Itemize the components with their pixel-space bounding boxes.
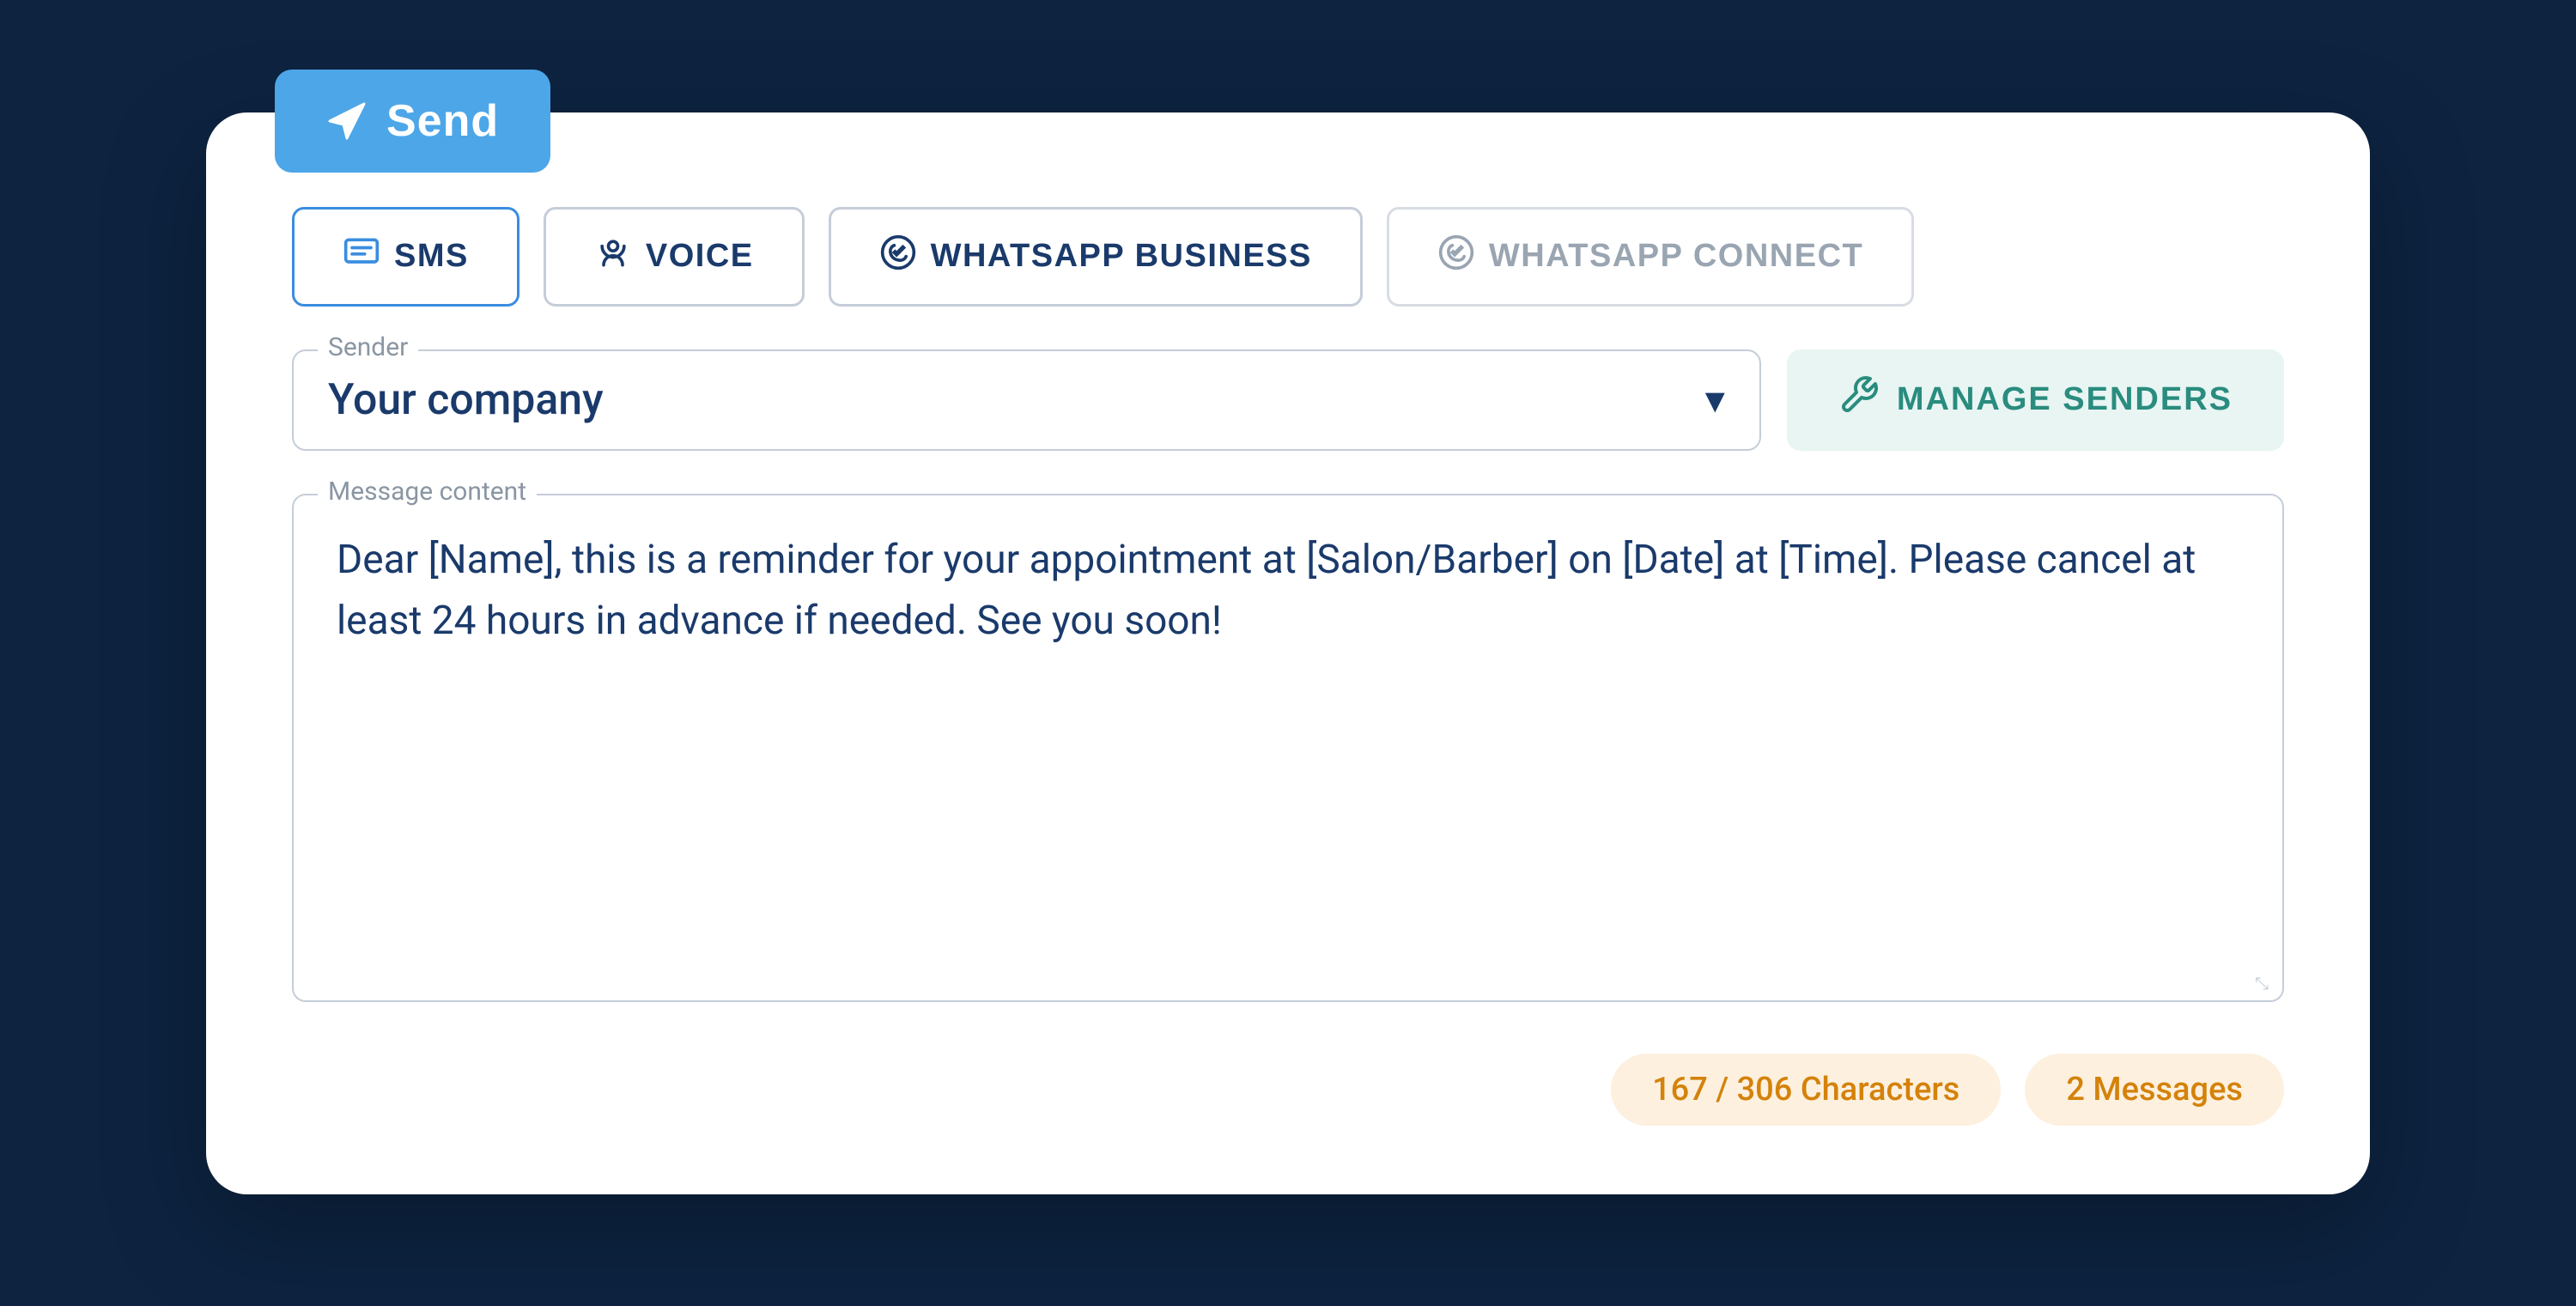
- tab-whatsapp-connect[interactable]: WHATSAPP CONNECT: [1387, 207, 1914, 307]
- message-content[interactable]: Dear [Name], this is a reminder for your…: [337, 530, 2239, 653]
- manage-senders-text: MANAGE SENDERS: [1897, 381, 2233, 418]
- sender-dropdown[interactable]: Your company ▾: [328, 375, 1725, 425]
- tab-whatsapp-connect-label: WHATSAPP CONNECT: [1489, 238, 1863, 275]
- send-button[interactable]: Send: [275, 70, 550, 173]
- char-count-row: 167 / 306 Characters 2 Messages: [292, 1054, 2284, 1126]
- tab-sms-label: SMS: [394, 238, 469, 275]
- messages-badge: 2 Messages: [2025, 1054, 2284, 1126]
- message-section: Message content Dear [Name], this is a r…: [292, 494, 2284, 1002]
- voice-icon: [594, 234, 632, 280]
- sender-label: Sender: [318, 332, 418, 362]
- sender-section: Sender Your company ▾ MANAGE SENDERS: [292, 349, 2284, 451]
- send-icon: [326, 100, 368, 142]
- send-label: Send: [386, 95, 499, 147]
- tab-voice-label: VOICE: [646, 238, 754, 275]
- main-card: Send SMS: [206, 112, 2370, 1194]
- resize-handle-icon: ⤡: [2255, 973, 2275, 993]
- whatsapp-business-icon: [879, 234, 917, 280]
- tab-sms[interactable]: SMS: [292, 207, 519, 307]
- outer-container: Send SMS: [129, 61, 2447, 1246]
- message-label: Message content: [318, 477, 537, 507]
- manage-senders-icon: [1838, 374, 1880, 425]
- characters-badge: 167 / 306 Characters: [1611, 1054, 2001, 1126]
- tab-whatsapp-business-label: WHATSAPP BUSINESS: [931, 238, 1312, 275]
- manage-senders-button[interactable]: MANAGE SENDERS: [1787, 349, 2284, 451]
- sender-dropdown-wrapper: Sender Your company ▾: [292, 349, 1761, 451]
- whatsapp-connect-icon: [1437, 234, 1475, 280]
- sms-icon: [343, 234, 380, 280]
- dropdown-arrow-icon: ▾: [1705, 376, 1725, 423]
- tab-whatsapp-business[interactable]: WHATSAPP BUSINESS: [829, 207, 1363, 307]
- tab-voice[interactable]: VOICE: [544, 207, 805, 307]
- tabs-row: SMS VOICE: [292, 207, 2284, 307]
- sender-value: Your company: [328, 375, 604, 425]
